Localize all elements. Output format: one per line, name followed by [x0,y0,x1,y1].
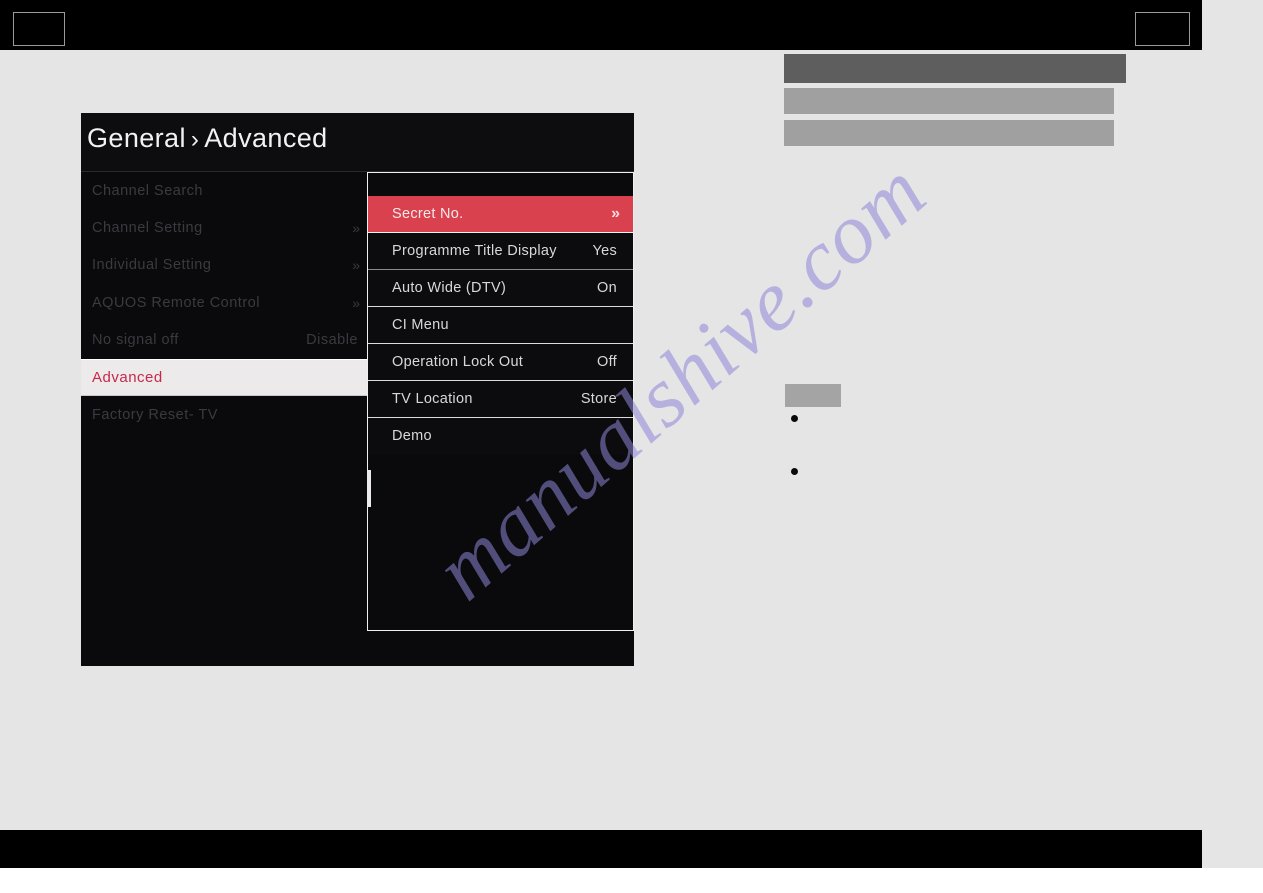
menu-item-operation-lock-out[interactable]: Operation Lock Out Off [368,344,633,381]
tv-osd-screenshot: General › Advanced Channel Search Channel … [81,113,634,666]
sidebar-item-aquos-remote-control[interactable]: AQUOS Remote Control » [81,284,371,322]
chevron-right-icon: » [352,257,360,274]
menu-item-value: On [597,280,617,296]
menu-item-secret-no[interactable]: Secret No. » [368,196,633,233]
sidebar-item-value: Disable [306,332,358,349]
submenu-empty-area [368,455,633,630]
sidebar-item-label: AQUOS Remote Control [92,294,260,311]
menu-item-label: Operation Lock Out [392,354,524,370]
sidebar-item-individual-setting[interactable]: Individual Setting » [81,246,371,285]
manual-page: General › Advanced Channel Search Channel … [0,0,1263,893]
sidebar-item-label: Channel Search [92,182,203,199]
page-footer-band [0,830,1202,868]
menu-item-programme-title-display[interactable]: Programme Title Display Yes [368,233,633,270]
menu-item-label: Secret No. [392,206,464,222]
sidebar-item-factory-reset-tv[interactable]: Factory Reset- TV [81,396,371,434]
sidebar-item-label: Advanced [92,369,163,387]
submenu-top-spacer [368,173,633,196]
header-right-placeholder-box [1135,12,1190,46]
menu-item-label: Auto Wide (DTV) [392,280,507,296]
menu-item-label: CI Menu [392,317,449,333]
sidebar-item-label: No signal off [92,332,179,349]
breadcrumb: General › Advanced [87,123,328,154]
menu-item-tv-location[interactable]: TV Location Store [368,381,633,418]
active-row-edge-marker [367,470,371,507]
redacted-bar-light-1 [784,88,1114,114]
bullet-marker-2 [791,468,798,475]
breadcrumb-separator-icon: › [190,126,200,153]
osd-left-menu: Channel Search Channel Setting » Individ… [81,172,371,434]
redacted-bar-light-2 [784,120,1114,146]
breadcrumb-current: Advanced [204,123,328,153]
sidebar-item-label: Channel Setting [92,220,203,237]
page-header-band [0,0,1202,50]
menu-item-value: Store [580,391,617,407]
menu-item-label: TV Location [392,391,473,407]
osd-header: General › Advanced [81,113,634,172]
menu-item-label: Programme Title Display [392,243,557,259]
sidebar-item-channel-search[interactable]: Channel Search [81,172,371,210]
sidebar-item-label: Individual Setting [92,257,212,274]
header-left-placeholder-box [13,12,65,46]
osd-submenu-panel: Secret No. » Programme Title Display Yes… [367,172,634,631]
chevron-right-icon: » [611,205,620,222]
menu-item-auto-wide-dtv[interactable]: Auto Wide (DTV) On [368,270,633,307]
menu-item-demo[interactable]: Demo [368,418,633,455]
redacted-bar-small [785,384,841,407]
header-band-right-gap [1202,0,1263,50]
breadcrumb-root[interactable]: General [87,123,186,153]
menu-item-ci-menu[interactable]: CI Menu [368,307,633,344]
menu-item-value: Off [597,354,617,370]
sidebar-item-channel-setting[interactable]: Channel Setting » [81,209,371,247]
redacted-bar-dark [784,54,1126,83]
page-bottom-margin [0,868,1263,893]
sidebar-item-advanced[interactable]: Advanced [81,358,371,397]
sidebar-item-no-signal-off[interactable]: No signal off Disable [81,321,371,359]
chevron-right-icon: » [352,294,360,311]
chevron-right-icon: » [352,220,360,237]
menu-item-value: Yes [592,243,617,259]
bullet-marker-1 [791,415,798,422]
sidebar-item-label: Factory Reset- TV [92,407,218,424]
menu-item-label: Demo [392,428,432,444]
